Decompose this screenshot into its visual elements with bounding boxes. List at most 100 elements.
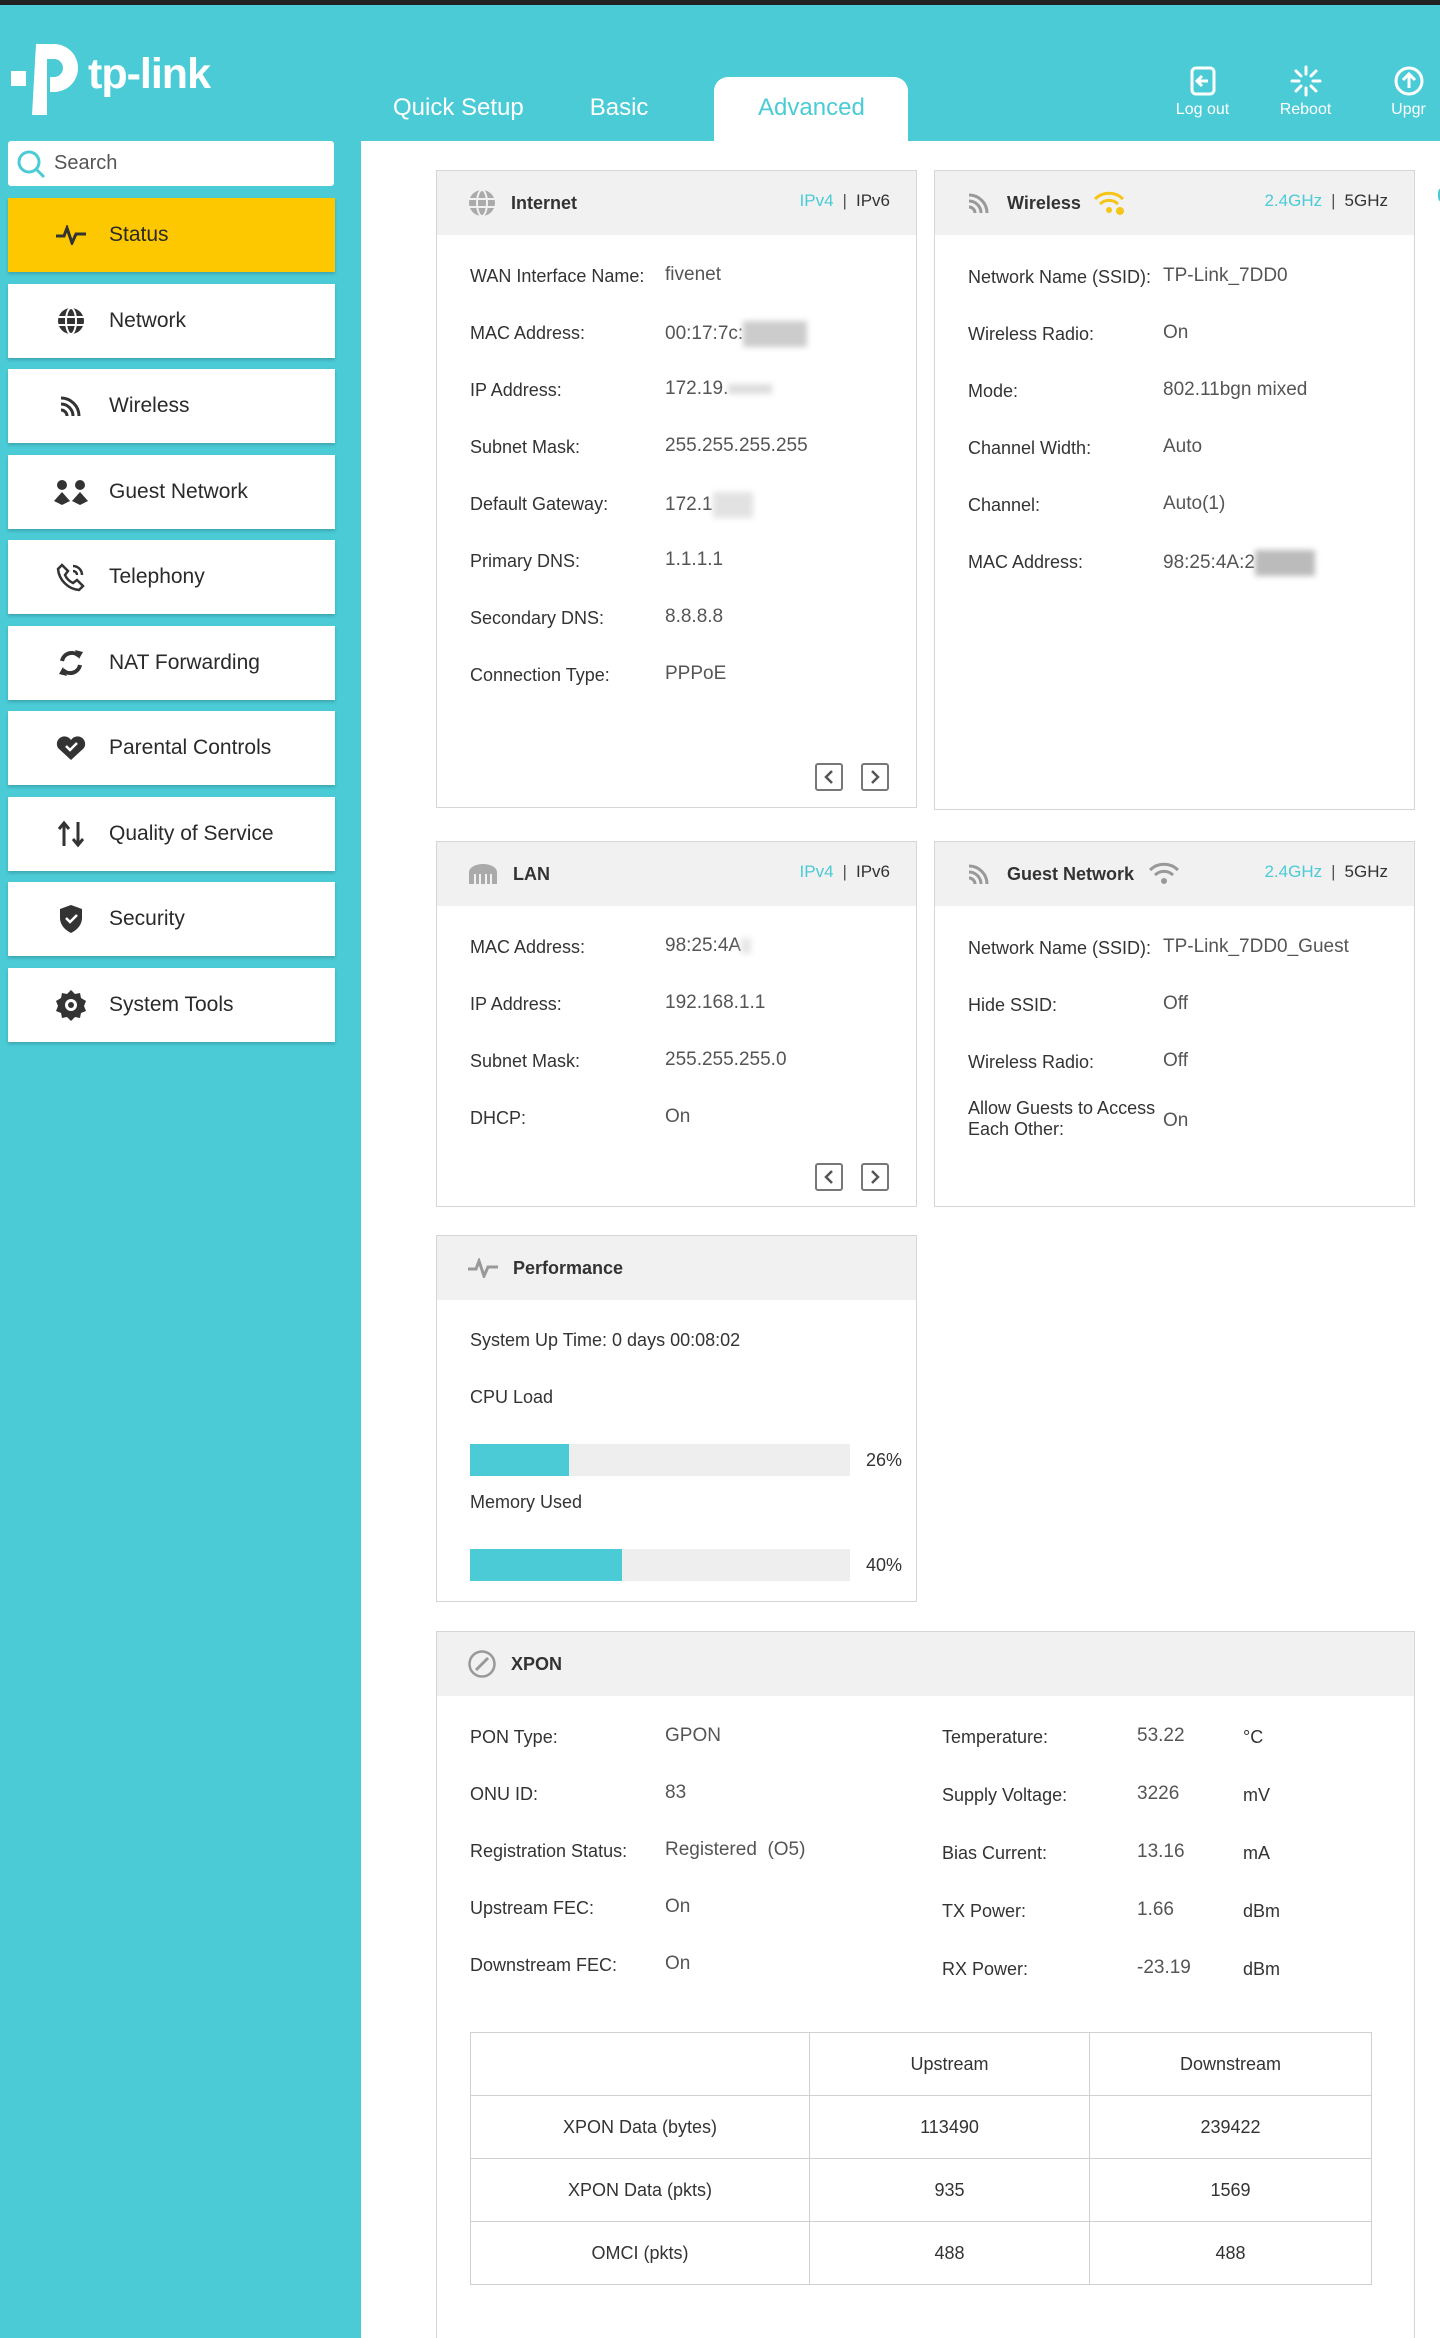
wan-interface-label: WAN Interface Name: [470,266,645,286]
lan-icon [469,864,497,884]
upgrade-button[interactable]: Upgr [1357,65,1440,119]
hide-ssid-value: Off [1163,993,1188,1014]
default-gateway-value: 172.1 [665,492,753,518]
gear-icon [54,988,88,1022]
lan-mac-label: MAC Address: [470,937,586,957]
hide-ssid-label: Hide SSID: [968,995,1058,1015]
mac-address-label: MAC Address: [470,323,586,343]
table-cell: 488 [809,2221,1090,2285]
wireless-card-header: Wireless 2.4GHz | 5GHz [935,171,1414,235]
lan-card-title: LAN [513,863,550,884]
tx-power-label: TX Power: [942,1901,1027,1921]
sidebar-item-guest-network[interactable]: Guest Network [8,454,335,529]
bias-current-label: Bias Current: [942,1843,1048,1863]
reboot-button[interactable]: Reboot [1254,65,1357,119]
channel-label: Channel: [968,495,1041,515]
guest-band-switch: 2.4GHz | 5GHz [1264,862,1388,881]
lan-mac-text: 98:25:4A [665,935,742,956]
supply-voltage-unit: mV [1243,1785,1270,1805]
band-5ghz-toggle[interactable]: 5GHz [1345,191,1388,210]
guest-network-card-header: Guest Network 2.4GHz | 5GHz [935,842,1414,906]
guest-radio-value: Off [1163,1050,1188,1071]
subnet-mask-value: 255.255.255.255 [665,435,808,456]
sidebar-item-quality-of-service[interactable]: Quality of Service [8,796,335,871]
temperature-unit: °C [1243,1727,1264,1747]
table-cell: 935 [809,2158,1090,2222]
band-5ghz-toggle[interactable]: 5GHz [1345,862,1388,881]
upstream-fec-label: Upstream FEC: [470,1898,595,1918]
table-header-cell [470,2032,810,2096]
sidebar-item-label: Parental Controls [109,736,272,759]
heart-icon [54,731,88,765]
sidebar-item-system-tools[interactable]: System Tools [8,967,335,1042]
next-page-button[interactable] [861,1163,889,1191]
memory-used-bar-fill [470,1549,622,1581]
logout-button[interactable]: Log out [1151,65,1254,119]
ip-address-value: 172.19. [665,378,773,400]
lan-pager [797,1163,889,1191]
ipv4-toggle[interactable]: IPv4 [800,191,834,210]
prev-page-button[interactable] [815,763,843,791]
primary-dns-value: 1.1.1.1 [665,549,724,570]
sidebar-item-network[interactable]: Network [8,283,335,358]
lan-card-header: LAN IPv4 | IPv6 [437,842,916,906]
sidebar-item-label: NAT Forwarding [109,650,260,674]
rx-power-value: -23.19 [1137,1957,1191,1978]
lan-mac-value: 98:25:4A [665,935,752,957]
xpon-card: XPON PON Type: GPON ONU ID: 83 Registrat… [436,1631,1415,2338]
band-24ghz-toggle[interactable]: 2.4GHz [1264,191,1322,210]
temperature-value: 53.22 [1137,1725,1185,1746]
channel-value: Auto(1) [1163,493,1226,514]
tab-quick-setup[interactable]: Quick Setup [360,77,557,141]
main-tabs: Quick Setup Basic Advanced [360,77,909,141]
search-box[interactable] [8,141,334,186]
sidebar-item-security[interactable]: Security [8,882,335,956]
sidebar-item-status[interactable]: Status [8,198,335,272]
sidebar-item-nat-forwarding[interactable]: NAT Forwarding [8,625,335,700]
secondary-dns-value: 8.8.8.8 [665,606,724,627]
wifi-icon [968,193,989,214]
search-input[interactable] [54,152,314,175]
ipv4-toggle[interactable]: IPv4 [800,862,834,881]
band-24ghz-toggle[interactable]: 2.4GHz [1264,862,1322,881]
qos-icon [54,817,88,851]
chevron-left-icon [824,770,833,784]
mac-address-value: 00:17:7c: [665,321,808,347]
memory-used-percent: 40% [866,1555,903,1575]
rx-power-label: RX Power: [942,1959,1029,1979]
table-header-cell: Downstream [1089,2032,1372,2096]
logout-label: Log out [1175,101,1230,118]
table-row: XPON Data (pkts) 935 1569 [470,2158,1372,2222]
ipv6-toggle[interactable]: IPv6 [856,862,890,881]
table-cell: 488 [1089,2221,1372,2285]
tab-advanced[interactable]: Advanced [714,77,909,141]
wireless-mac-label: MAC Address: [968,552,1084,572]
mac-address-text: 00:17:7c: [665,323,744,345]
tab-basic[interactable]: Basic [557,77,682,141]
allow-guests-value: On [1163,1110,1189,1131]
bias-current-value: 13.16 [1137,1841,1185,1862]
table-cell: 1569 [1089,2158,1372,2222]
tp-link-logo[interactable]: tp-link [8,38,211,116]
next-page-button[interactable] [861,763,889,791]
header: tp-link Quick Setup Basic Advanced Log o… [0,5,1440,141]
sidebar-item-telephony[interactable]: Telephony [8,540,335,614]
tx-power-unit: dBm [1243,1901,1281,1921]
pulse-icon [54,218,88,252]
dhcp-value: On [665,1106,691,1127]
sidebar-item-label: Network [109,308,187,332]
internet-pager [797,763,889,791]
wifi-signal-inactive-icon [1148,862,1180,884]
sidebar-item-parental-controls[interactable]: Parental Controls [8,711,335,785]
mode-label: Mode: [968,381,1019,401]
prev-page-button[interactable] [815,1163,843,1191]
sidebar-item-label: System Tools [109,992,234,1016]
redacted-block [1254,550,1315,576]
redacted-block [743,321,808,347]
onu-id-value: 83 [665,1782,687,1803]
ipv6-toggle[interactable]: IPv6 [856,191,890,210]
lan-card: LAN IPv4 | IPv6 MAC Address: 98:25:4A IP A… [436,841,917,1207]
internet-card: Internet IPv4 | IPv6 WAN Interface Name: f… [436,170,917,808]
sidebar-item-wireless[interactable]: Wireless [8,369,335,443]
header-actions: Log out Reboot Upgr [1151,65,1440,119]
